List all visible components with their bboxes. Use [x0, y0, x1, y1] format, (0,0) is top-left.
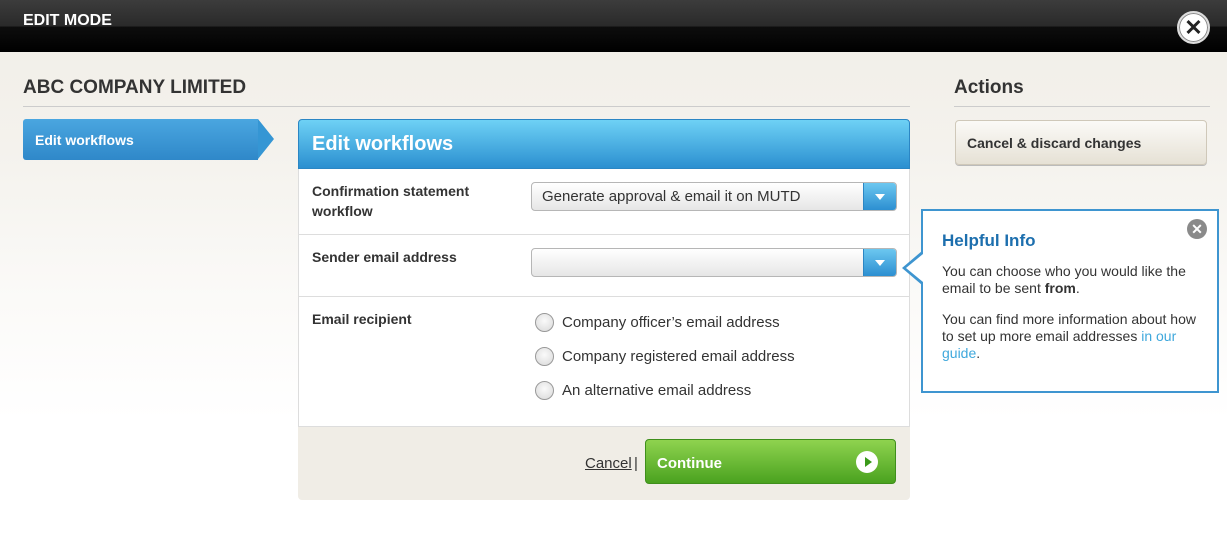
- continue-label: Continue: [657, 455, 722, 472]
- confirmation-workflow-value: Generate approval & email it on MUTD: [542, 188, 801, 205]
- confirmation-workflow-select[interactable]: Generate approval & email it on MUTD: [531, 182, 897, 211]
- actions-title: Actions: [954, 77, 1024, 98]
- radio-button[interactable]: [535, 313, 554, 332]
- close-icon: ✕: [1191, 221, 1203, 237]
- close-edit-mode-button[interactable]: ✕: [1177, 11, 1210, 44]
- sender-email-row: Sender email address: [299, 235, 909, 297]
- edit-workflows-panel: Edit workflows Confirmation statement wo…: [298, 119, 910, 500]
- cancel-discard-changes-button[interactable]: Cancel & discard changes: [955, 120, 1207, 165]
- helpful-info-title: Helpful Info: [942, 231, 1036, 250]
- divider: [954, 106, 1210, 107]
- company-name: ABC COMPANY LIMITED: [23, 77, 247, 98]
- sidebar-item-edit-workflows[interactable]: Edit workflows: [23, 119, 274, 160]
- footer-separator: |: [634, 455, 638, 472]
- helpful-info-paragraph-2: You can find more information about how …: [942, 311, 1204, 362]
- close-info-button[interactable]: ✕: [1187, 219, 1207, 239]
- info-text: .: [1075, 280, 1080, 296]
- cancel-link[interactable]: Cancel: [585, 455, 632, 472]
- helpful-info-box: Helpful Info ✕ You can choose who you wo…: [902, 209, 1219, 393]
- panel-title: Edit workflows: [298, 119, 910, 169]
- radio-label: An alternative email address: [562, 382, 752, 399]
- edit-mode-title: EDIT MODE: [23, 12, 112, 29]
- sender-email-select[interactable]: [531, 248, 897, 277]
- continue-button[interactable]: Continue: [645, 439, 896, 484]
- radio-button[interactable]: [535, 347, 554, 366]
- info-text: .: [976, 345, 981, 361]
- confirmation-workflow-label: Confirmation statement workflow: [312, 183, 470, 219]
- panel-body: Confirmation statement workflow Generate…: [298, 169, 910, 427]
- email-recipient-row: Email recipient Company officer’s email …: [299, 297, 909, 427]
- radio-button[interactable]: [535, 381, 554, 400]
- info-bold-text: from: [1044, 280, 1076, 296]
- radio-option-alternative[interactable]: An alternative email address: [535, 381, 751, 400]
- cancel-discard-label: Cancel & discard changes: [967, 135, 1142, 151]
- radio-label: Company officer’s email address: [562, 314, 780, 331]
- divider: [23, 106, 910, 107]
- top-bar: EDIT MODE ✕: [0, 0, 1227, 52]
- chevron-down-icon[interactable]: [863, 249, 896, 276]
- chevron-down-icon[interactable]: [863, 183, 896, 210]
- radio-option-registered[interactable]: Company registered email address: [535, 347, 795, 366]
- helpful-info-paragraph-1: You can choose who you would like the em…: [942, 263, 1204, 297]
- arrow-right-icon: [856, 451, 878, 473]
- radio-label: Company registered email address: [562, 348, 795, 365]
- email-recipient-label: Email recipient: [312, 311, 412, 327]
- confirmation-workflow-row: Confirmation statement workflow Generate…: [299, 169, 909, 235]
- radio-option-officer[interactable]: Company officer’s email address: [535, 313, 780, 332]
- close-icon: ✕: [1184, 14, 1203, 40]
- sidebar-item-label: Edit workflows: [35, 132, 134, 148]
- sender-email-label: Sender email address: [312, 249, 457, 265]
